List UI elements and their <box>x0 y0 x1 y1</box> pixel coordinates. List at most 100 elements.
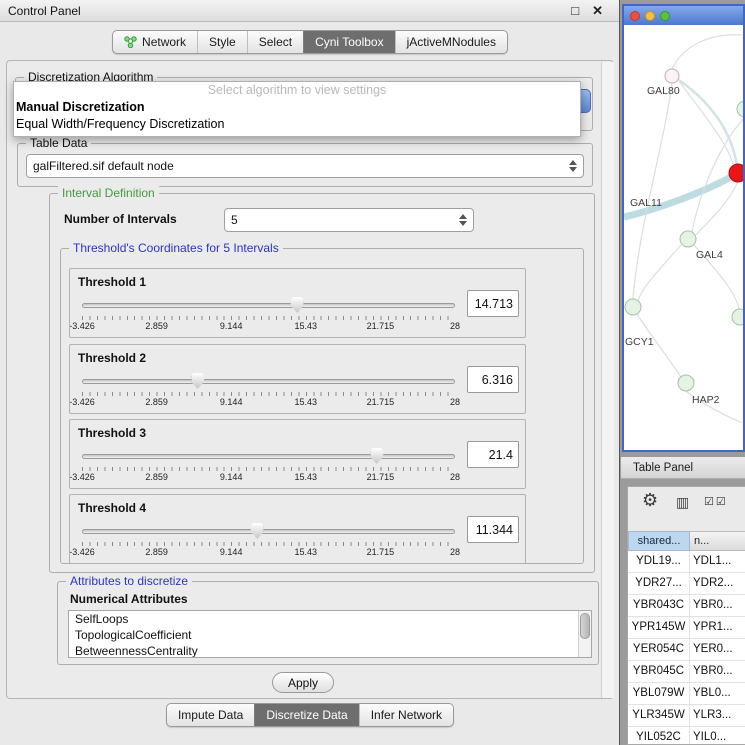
table-row[interactable]: YIL052CYIL0... <box>628 727 745 745</box>
tab-network[interactable]: Network <box>113 31 197 53</box>
panel-scrollbar[interactable] <box>601 62 614 698</box>
tab-cyni-toolbox[interactable]: Cyni Toolbox <box>303 31 394 53</box>
list-item[interactable]: BetweennessCentrality <box>69 643 591 658</box>
slider-thumb[interactable] <box>291 297 304 313</box>
slider-tickmarks <box>82 542 455 546</box>
table-row[interactable]: YER054CYER0... <box>628 639 745 661</box>
table-data-combo-value: galFiltered.sif default node <box>33 159 174 173</box>
network-edge[interactable] <box>633 83 672 299</box>
threshold-slider[interactable] <box>82 523 455 540</box>
slider-tick-labels: -3.426 2.859 9.144 15.43 21.715 28 <box>82 547 455 558</box>
close-icon[interactable]: ✕ <box>592 3 603 19</box>
tab-discretize-data[interactable]: Discretize Data <box>254 704 358 726</box>
table-panel: ⚙ ▥ ☑☑ shared... n... YDL19...YDL1... YD… <box>627 486 745 745</box>
number-of-intervals-value: 5 <box>231 213 238 227</box>
network-view-window: GAL80 GAL11 GAL4 GCY1 HAP2 <box>622 4 745 452</box>
list-scrollbar[interactable] <box>578 611 591 657</box>
float-icon[interactable]: □ <box>571 3 579 19</box>
column-header-shared-name[interactable]: shared... <box>628 531 690 551</box>
algorithm-option-equal-width[interactable]: Equal Width/Frequency Discretization <box>14 116 580 133</box>
threshold-title: Threshold 1 <box>78 275 146 289</box>
panel-title: Control Panel <box>8 4 81 18</box>
table-row[interactable]: YBR045CYBR0... <box>628 661 745 683</box>
node-label-gal4[interactable]: GAL4 <box>696 249 723 261</box>
network-edge[interactable] <box>624 173 738 217</box>
slider-tickmarks <box>82 316 455 320</box>
threshold-panel-4: Threshold 4 -3.426 2.859 9.144 15.43 21.… <box>69 494 526 564</box>
slider-tick-labels: -3.426 2.859 9.144 15.43 21.715 28 <box>82 321 455 332</box>
select-checkboxes-icon[interactable]: ☑☑ <box>704 495 728 508</box>
tab-impute-data[interactable]: Impute Data <box>167 704 254 726</box>
control-panel: Control Panel □ ✕ Network Style Select C… <box>0 0 620 745</box>
node-label-gcy1[interactable]: GCY1 <box>625 336 654 348</box>
threshold-panel-2: Threshold 2 -3.426 2.859 9.144 15.43 21.… <box>69 344 526 414</box>
combo-stepper-icon[interactable] <box>453 214 467 226</box>
network-graph <box>624 25 743 450</box>
table-header-row: shared... n... <box>628 531 745 551</box>
slider-thumb[interactable] <box>191 373 204 389</box>
network-edge[interactable] <box>672 35 742 69</box>
node-label-gal80[interactable]: GAL80 <box>647 85 680 97</box>
network-window-titlebar <box>624 6 743 25</box>
table-row[interactable]: YPR145WYPR1... <box>628 617 745 639</box>
tab-select[interactable]: Select <box>247 31 303 53</box>
network-node[interactable] <box>732 309 743 325</box>
slider-track[interactable] <box>82 303 455 308</box>
threshold-value-field[interactable] <box>467 516 519 543</box>
zoom-traffic-light[interactable] <box>660 11 670 21</box>
number-of-intervals-label: Number of Intervals <box>64 212 177 226</box>
tab-style[interactable]: Style <box>197 31 247 53</box>
list-item[interactable]: TopologicalCoefficient <box>69 627 591 643</box>
network-node[interactable] <box>737 101 743 117</box>
network-canvas[interactable]: GAL80 GAL11 GAL4 GCY1 HAP2 <box>624 25 743 450</box>
network-edge[interactable] <box>679 81 734 167</box>
thresholds-group-title: Threshold's Coordinates for 5 Intervals <box>69 241 283 255</box>
threshold-title: Threshold 3 <box>78 426 146 440</box>
network-node[interactable] <box>625 299 641 315</box>
close-traffic-light[interactable] <box>630 11 640 21</box>
network-icon <box>124 36 137 48</box>
cyni-toolbox-panel: Discretization Algorithm Select algorith… <box>6 60 614 699</box>
list-item[interactable]: SelfLoops <box>69 611 591 627</box>
slider-track[interactable] <box>82 529 455 534</box>
slider-track[interactable] <box>82 454 455 459</box>
network-edge[interactable] <box>679 80 738 173</box>
threshold-slider[interactable] <box>82 373 455 390</box>
threshold-value-field[interactable] <box>467 441 519 468</box>
columns-icon[interactable]: ▥ <box>676 494 689 511</box>
network-edge[interactable] <box>638 245 681 301</box>
minimize-traffic-light[interactable] <box>645 11 655 21</box>
number-of-intervals-combo[interactable]: 5 <box>224 208 474 232</box>
table-row[interactable]: YBL079WYBL0... <box>628 683 745 705</box>
slider-track[interactable] <box>82 379 455 384</box>
network-node[interactable] <box>665 69 679 83</box>
tab-infer-network[interactable]: Infer Network <box>359 704 453 726</box>
algorithm-dropdown-popup: Select algorithm to view settings Manual… <box>13 81 581 137</box>
interval-definition-group-title: Interval Definition <box>58 186 159 200</box>
slider-thumb[interactable] <box>370 448 383 464</box>
threshold-value-field[interactable] <box>467 290 519 317</box>
table-row[interactable]: YDL19...YDL1... <box>628 551 745 573</box>
scrollbar-thumb[interactable] <box>580 613 590 639</box>
network-node-selected[interactable] <box>729 164 743 182</box>
apply-button[interactable]: Apply <box>272 672 334 693</box>
column-header-name[interactable]: n... <box>690 531 745 551</box>
network-node[interactable] <box>678 375 694 391</box>
tab-jactivemnodules[interactable]: jActiveMNodules <box>395 31 507 53</box>
threshold-slider[interactable] <box>82 297 455 314</box>
node-label-gal11[interactable]: GAL11 <box>630 197 662 209</box>
table-data-combo[interactable]: galFiltered.sif default node <box>26 154 584 178</box>
table-panel-title: Table Panel <box>633 462 693 474</box>
combo-stepper-icon[interactable] <box>563 160 577 172</box>
slider-thumb[interactable] <box>251 523 264 539</box>
table-row[interactable]: YBR043CYBR0... <box>628 595 745 617</box>
table-row[interactable]: YLR345WYLR3... <box>628 705 745 727</box>
threshold-slider[interactable] <box>82 448 455 465</box>
node-label-hap2[interactable]: HAP2 <box>692 394 719 406</box>
table-row[interactable]: YDR27...YDR2... <box>628 573 745 595</box>
network-node[interactable] <box>680 231 696 247</box>
gear-icon[interactable]: ⚙ <box>642 490 658 511</box>
threshold-value-field[interactable] <box>467 366 519 393</box>
top-tab-bar: Network Style Select Cyni Toolbox jActiv… <box>0 30 620 54</box>
algorithm-option-manual[interactable]: Manual Discretization <box>14 99 580 116</box>
